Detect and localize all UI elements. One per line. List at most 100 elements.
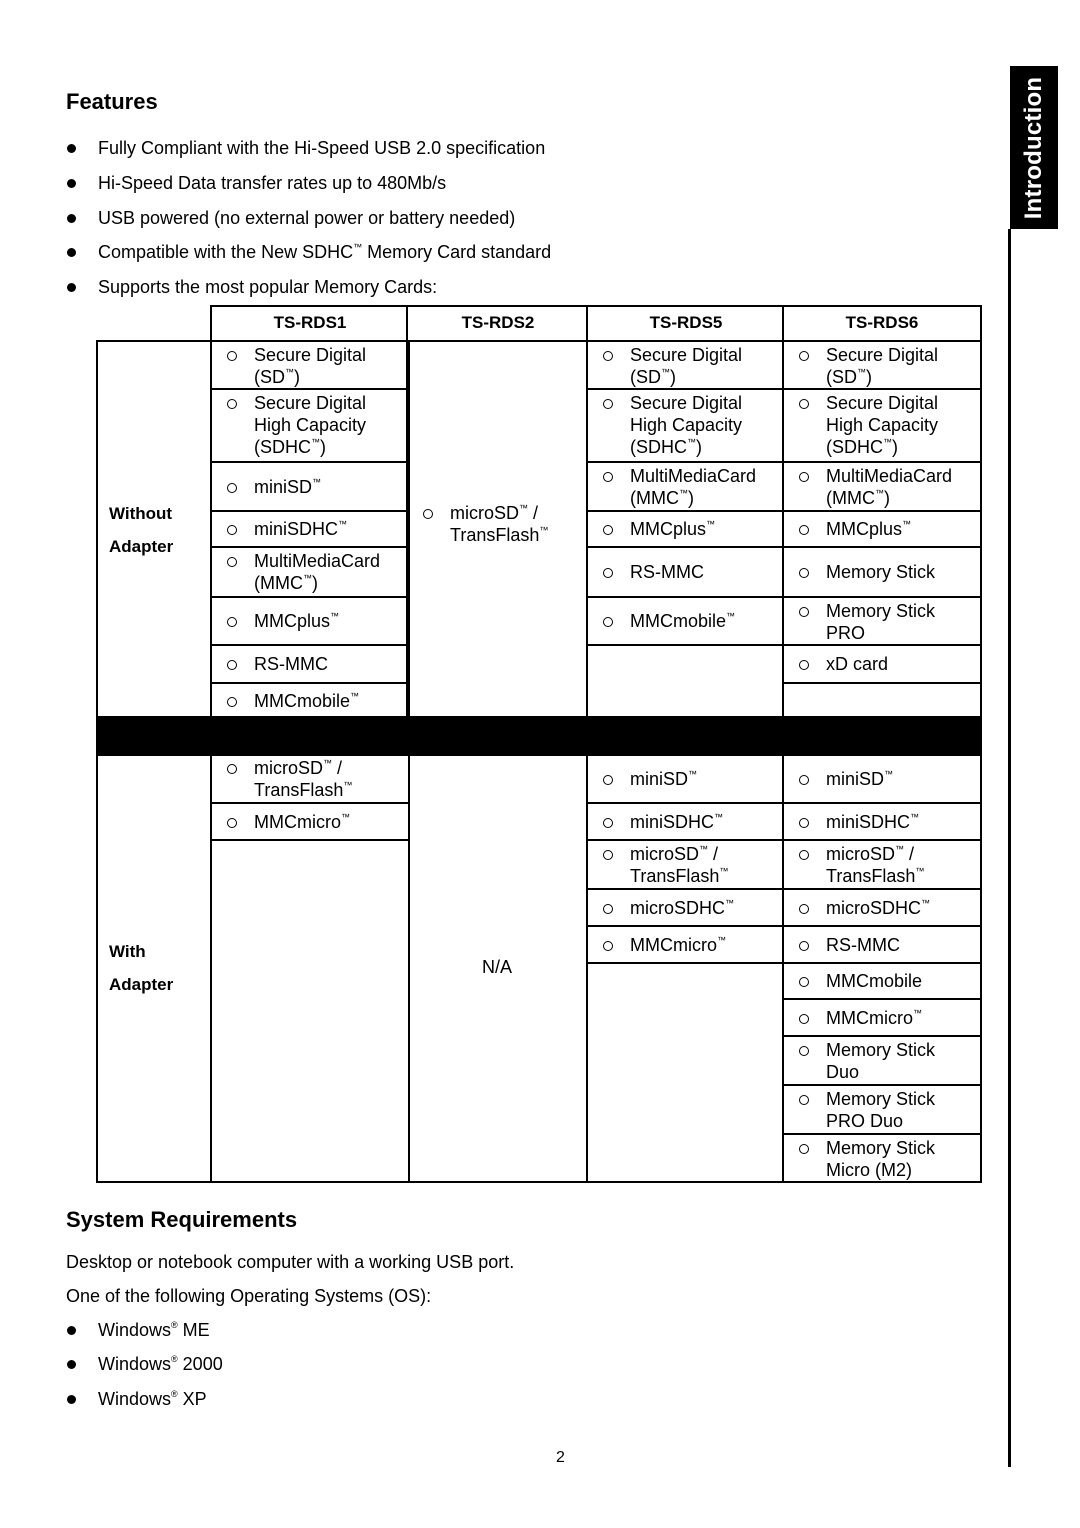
with-adapter-rds1-cell: microSD™ / TransFlash™ [210, 753, 410, 804]
card-type-label: Memory Stick PRO [826, 601, 936, 643]
card-type-label: MultiMediaCard (MMC™) [826, 466, 953, 508]
card-type-label: Secure Digital (SD™) [826, 345, 939, 387]
card-type-label: miniSD™ [630, 769, 698, 789]
hollow-bullet-icon [799, 775, 809, 785]
with-adapter-rds5-cell: miniSD™ [586, 753, 786, 804]
card-type-item: Secure Digital (SD™) [227, 344, 367, 388]
card-type-item: microSDHC™ [799, 897, 930, 919]
hollow-bullet-icon [799, 941, 809, 951]
card-type-item: RS-MMC [799, 934, 900, 956]
hollow-bullet-icon [603, 568, 613, 578]
with-adapter-rds6-cell: miniSD™ [782, 753, 982, 804]
with-adapter-rds6-cell: Memory Stick Micro (M2) [782, 1133, 982, 1183]
hollow-bullet-icon [603, 941, 613, 951]
hollow-bullet-icon [799, 1095, 809, 1105]
hollow-bullet-icon [227, 697, 237, 707]
card-type-item: Memory Stick Duo [799, 1039, 936, 1083]
without-adapter-rds1-cell: miniSD™ [210, 461, 410, 512]
with-adapter-rds1-cell: MMCmicro™ [210, 802, 410, 841]
card-type-label: Memory Stick Micro (M2) [826, 1138, 936, 1180]
card-type-label: miniSD™ [254, 477, 322, 497]
hollow-bullet-icon [603, 617, 613, 627]
with-adapter-rds5-cell: microSDHC™ [586, 888, 786, 927]
without-adapter-rds1-cell: MMCplus™ [210, 596, 410, 646]
card-type-item: Secure Digital High Capacity (SDHC™) [227, 392, 367, 458]
card-type-label: microSD™ / TransFlash™ [826, 844, 925, 886]
card-type-label: MMCmicro™ [254, 812, 350, 832]
card-type-item: MMCmicro™ [603, 934, 726, 956]
hollow-bullet-icon [799, 818, 809, 828]
os-bullet: Windows® XP [67, 1388, 207, 1410]
card-type-label: RS-MMC [826, 935, 900, 955]
hollow-bullet-icon [799, 977, 809, 987]
with-adapter-label: With Adapter [109, 942, 174, 994]
card-type-item: Memory Stick Micro (M2) [799, 1137, 936, 1181]
hollow-bullet-icon [799, 472, 809, 482]
without-adapter-rds1-cell: MMCmobile™ [210, 682, 410, 719]
os-bullet: Windows® ME [67, 1319, 210, 1341]
hollow-bullet-icon [799, 850, 809, 860]
hollow-bullet-icon [603, 775, 613, 785]
without-adapter-rds2-cell: microSD™ / TransFlash™ [406, 340, 590, 719]
hollow-bullet-icon [603, 818, 613, 828]
card-type-label: MMCmobile™ [254, 691, 360, 711]
with-adapter-rds5-cell: miniSDHC™ [586, 802, 786, 841]
with-adapter-rds5-cell: MMCmicro™ [586, 925, 786, 964]
with-adapter-rds5-cell: microSD™ / TransFlash™ [586, 839, 786, 890]
card-type-label: Secure Digital High Capacity (SDHC™) [826, 393, 939, 457]
without-adapter-rds5-cell: Secure Digital High Capacity (SDHC™) [586, 388, 786, 463]
feature-bullet: USB powered (no external power or batter… [67, 207, 515, 229]
card-type-item: microSDHC™ [603, 897, 734, 919]
without-adapter-rds5-cell: Secure Digital (SD™) [586, 340, 786, 390]
page-number: 2 [556, 1449, 565, 1466]
requirement-text: One of the following Operating Systems (… [66, 1286, 432, 1306]
card-type-item: MMCplus™ [799, 518, 911, 540]
hollow-bullet-icon [227, 399, 237, 409]
section-tab-introduction: Introduction [1010, 66, 1058, 229]
feature-bullet: Hi-Speed Data transfer rates up to 480Mb… [67, 172, 446, 194]
hollow-bullet-icon [799, 660, 809, 670]
feature-bullet: Compatible with the New SDHC™ Memory Car… [67, 241, 551, 263]
card-type-item: MMCmobile™ [227, 690, 360, 712]
hollow-bullet-icon [799, 904, 809, 914]
with-adapter-rds6-cell: Memory Stick PRO Duo [782, 1084, 982, 1135]
card-type-label: Memory Stick Duo [826, 1040, 936, 1082]
card-type-label: Memory Stick [826, 562, 936, 582]
margin-rule [1008, 229, 1011, 1467]
header-ts-rds1: TS-RDS1 [210, 305, 410, 343]
with-adapter-rds6-cell: RS-MMC [782, 925, 982, 964]
system-requirements-heading: System Requirements [66, 1207, 298, 1232]
without-adapter-rds5-cell [586, 644, 786, 719]
hollow-bullet-icon [227, 525, 237, 535]
hollow-bullet-icon [799, 607, 809, 617]
card-type-item: Memory Stick PRO Duo [799, 1088, 936, 1132]
hollow-bullet-icon [799, 351, 809, 361]
section-tab-label: Introduction [1020, 76, 1047, 219]
card-type-item: MMCplus™ [227, 610, 339, 632]
without-adapter-rds6-cell [782, 682, 982, 719]
card-type-label: Memory Stick PRO Duo [826, 1089, 936, 1131]
bullet-icon [67, 144, 76, 153]
without-adapter-rds5-cell: MMCmobile™ [586, 596, 786, 646]
hollow-bullet-icon [603, 525, 613, 535]
hollow-bullet-icon [227, 617, 237, 627]
card-type-label: miniSDHC™ [826, 812, 920, 832]
card-type-item: microSD™ / TransFlash™ [799, 843, 925, 887]
with-adapter-rds5-cell [586, 962, 786, 1183]
card-type-item: RS-MMC [603, 561, 704, 583]
without-adapter-rds5-cell: MMCplus™ [586, 510, 786, 548]
card-type-item: microSD™ / TransFlash™ [603, 843, 728, 887]
hollow-bullet-icon [799, 525, 809, 535]
hollow-bullet-icon [227, 351, 237, 361]
without-adapter-rds6-cell: MMCplus™ [782, 510, 982, 548]
hollow-bullet-icon [603, 351, 613, 361]
with-adapter-rds6-cell: microSDHC™ [782, 888, 982, 927]
section-separator-bar [96, 716, 982, 756]
card-type-label: MMCmobile [826, 971, 923, 991]
card-type-label: RS-MMC [254, 654, 328, 674]
card-type-label: Secure Digital (SD™) [254, 345, 367, 387]
card-type-item: miniSDHC™ [603, 811, 723, 833]
without-adapter-rds6-cell: Memory Stick [782, 546, 982, 598]
card-type-label: Secure Digital High Capacity (SDHC™) [254, 393, 367, 457]
card-type-item: Secure Digital (SD™) [799, 344, 939, 388]
